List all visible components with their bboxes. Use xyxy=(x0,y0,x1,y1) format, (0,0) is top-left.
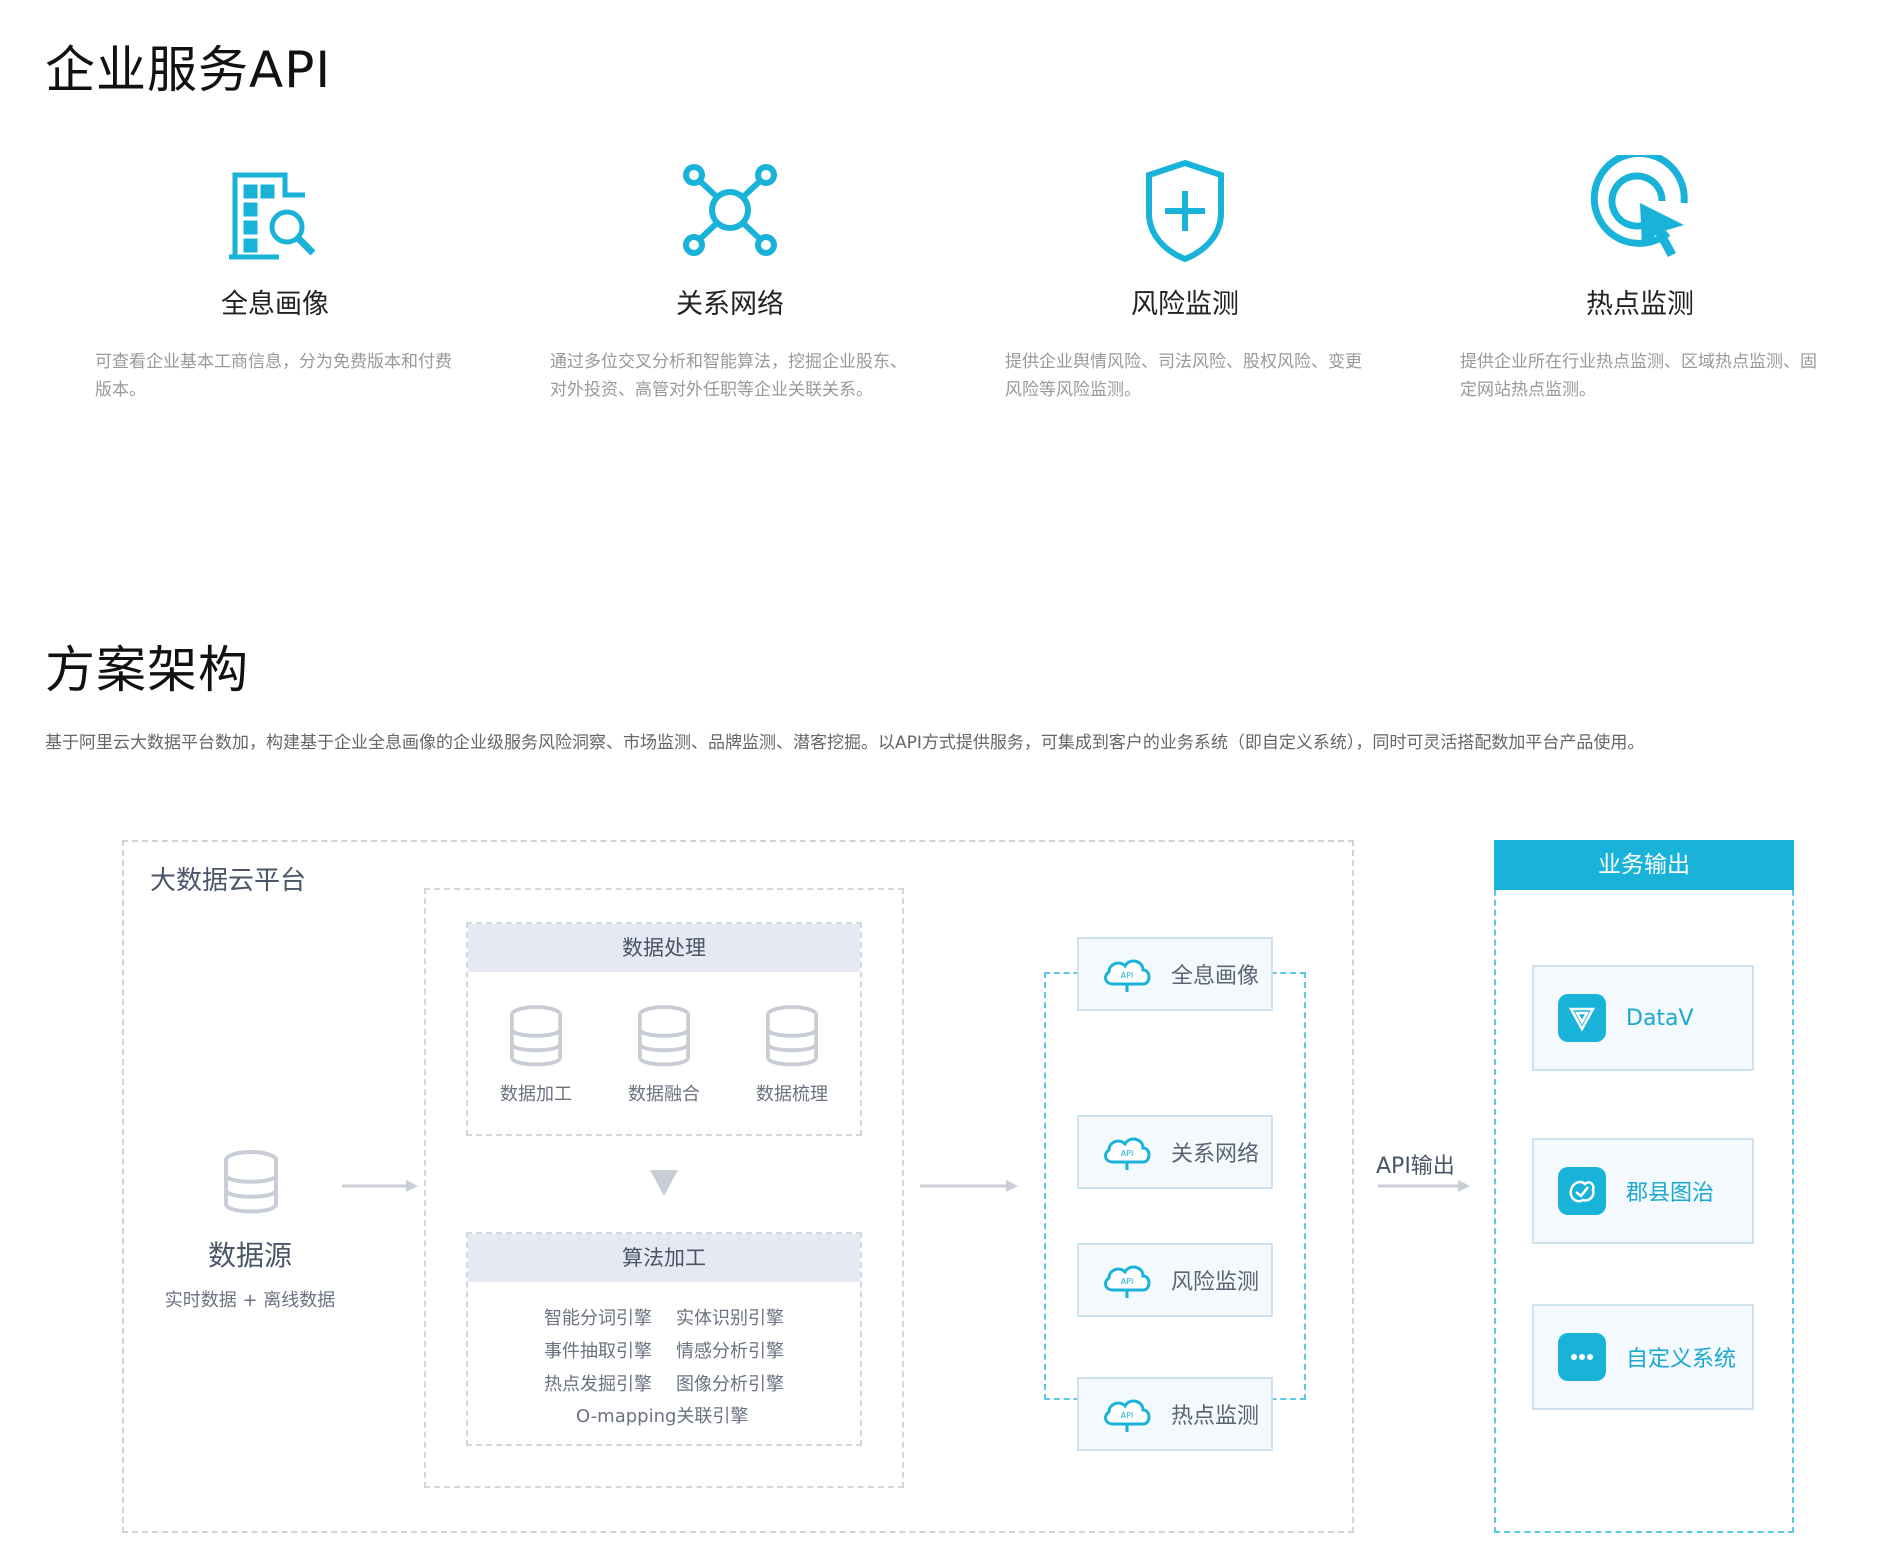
panel-title: 数据处理 xyxy=(468,924,860,972)
output-card-county: 郡县图治 xyxy=(1532,1138,1754,1244)
section-title-api: 企业服务API xyxy=(45,41,332,99)
engine-item: 事件抽取引擎 xyxy=(544,1341,652,1362)
database-icon xyxy=(222,1150,280,1214)
output-card-custom: 自定义系统 xyxy=(1532,1304,1754,1410)
feature-desc: 通过多位交叉分析和智能算法，挖掘企业股东、对外投资、高管对外任职等企业关联关系。 xyxy=(550,352,907,400)
processing-item: 数据梳理 xyxy=(756,1084,828,1105)
target-cursor-icon xyxy=(1580,149,1700,265)
output-card-datav: DataV xyxy=(1532,965,1754,1071)
feature-title: 风险监测 xyxy=(1131,289,1239,320)
cloud-api-icon: API xyxy=(1101,954,1153,994)
engine-item: 热点发掘引擎 xyxy=(544,1374,652,1395)
platform-label: 大数据云平台 xyxy=(150,866,307,896)
api-badge: API xyxy=(1121,1411,1134,1420)
api-badge: API xyxy=(1121,1149,1134,1158)
county-map-icon xyxy=(1558,1167,1606,1215)
datav-icon xyxy=(1558,994,1606,1042)
intro-text: 基于阿里云大数据平台数加，构建基于企业全息画像的企业级服务风险洞察、市场监测、品… xyxy=(45,733,1645,753)
section-title-architecture: 方案架构 xyxy=(45,641,249,699)
engine-item: 实体识别引擎 xyxy=(676,1308,784,1329)
source-subtitle: 实时数据 + 离线数据 xyxy=(164,1290,336,1311)
engine-item: 情感分析引擎 xyxy=(676,1341,784,1362)
api-card-label: 全息画像 xyxy=(1171,964,1260,989)
business-output-title: 业务输出 xyxy=(1494,840,1794,890)
api-card-label: 热点监测 xyxy=(1171,1404,1260,1429)
engine-item: 智能分词引擎 xyxy=(544,1308,652,1329)
shield-plus-icon xyxy=(1125,155,1245,265)
arrow-down xyxy=(650,1170,678,1200)
api-badge: API xyxy=(1121,1277,1134,1286)
arrow-right xyxy=(1376,1176,1474,1200)
feature-title: 全息画像 xyxy=(221,289,329,320)
database-icon xyxy=(764,1004,820,1068)
api-card-label: 关系网络 xyxy=(1171,1142,1260,1167)
api-card-hotspot: API 热点监测 xyxy=(1077,1377,1273,1451)
engine-item: 图像分析引擎 xyxy=(676,1374,784,1395)
feature-desc: 提供企业所在行业热点监测、区域热点监测、固定网站热点监测。 xyxy=(1460,352,1817,400)
api-badge: API xyxy=(1121,971,1134,980)
output-label: DataV xyxy=(1626,1005,1694,1031)
cloud-api-icon: API xyxy=(1101,1394,1153,1434)
database-icon xyxy=(636,1004,692,1068)
building-search-icon xyxy=(215,155,335,265)
feature-desc: 提供企业舆情风险、司法风险、股权风险、变更风险等风险监测。 xyxy=(1005,352,1362,400)
more-dots-icon xyxy=(1558,1333,1606,1381)
processing-item: 数据加工 xyxy=(500,1084,572,1105)
cloud-api-icon: API xyxy=(1101,1260,1153,1300)
network-nodes-icon xyxy=(670,155,790,265)
engine-item: O-mapping关联引擎 xyxy=(576,1406,749,1427)
processing-item: 数据融合 xyxy=(628,1084,700,1105)
api-card-network: API 关系网络 xyxy=(1077,1115,1273,1189)
panel-title: 算法加工 xyxy=(468,1234,860,1282)
api-card-risk: API 风险监测 xyxy=(1077,1243,1273,1317)
source-title: 数据源 xyxy=(207,1239,292,1272)
arrow-right xyxy=(918,1176,1022,1200)
feature-title: 热点监测 xyxy=(1586,289,1694,320)
cloud-api-icon: API xyxy=(1101,1132,1153,1172)
database-icon xyxy=(508,1004,564,1068)
api-card-profile: API 全息画像 xyxy=(1077,937,1273,1011)
output-label: 自定义系统 xyxy=(1626,1347,1737,1372)
feature-title: 关系网络 xyxy=(676,289,784,320)
output-label: 郡县图治 xyxy=(1626,1181,1715,1206)
feature-desc: 可查看企业基本工商信息，分为免费版本和付费版本。 xyxy=(95,352,452,400)
arrow-right xyxy=(340,1176,420,1200)
api-card-label: 风险监测 xyxy=(1171,1270,1260,1295)
